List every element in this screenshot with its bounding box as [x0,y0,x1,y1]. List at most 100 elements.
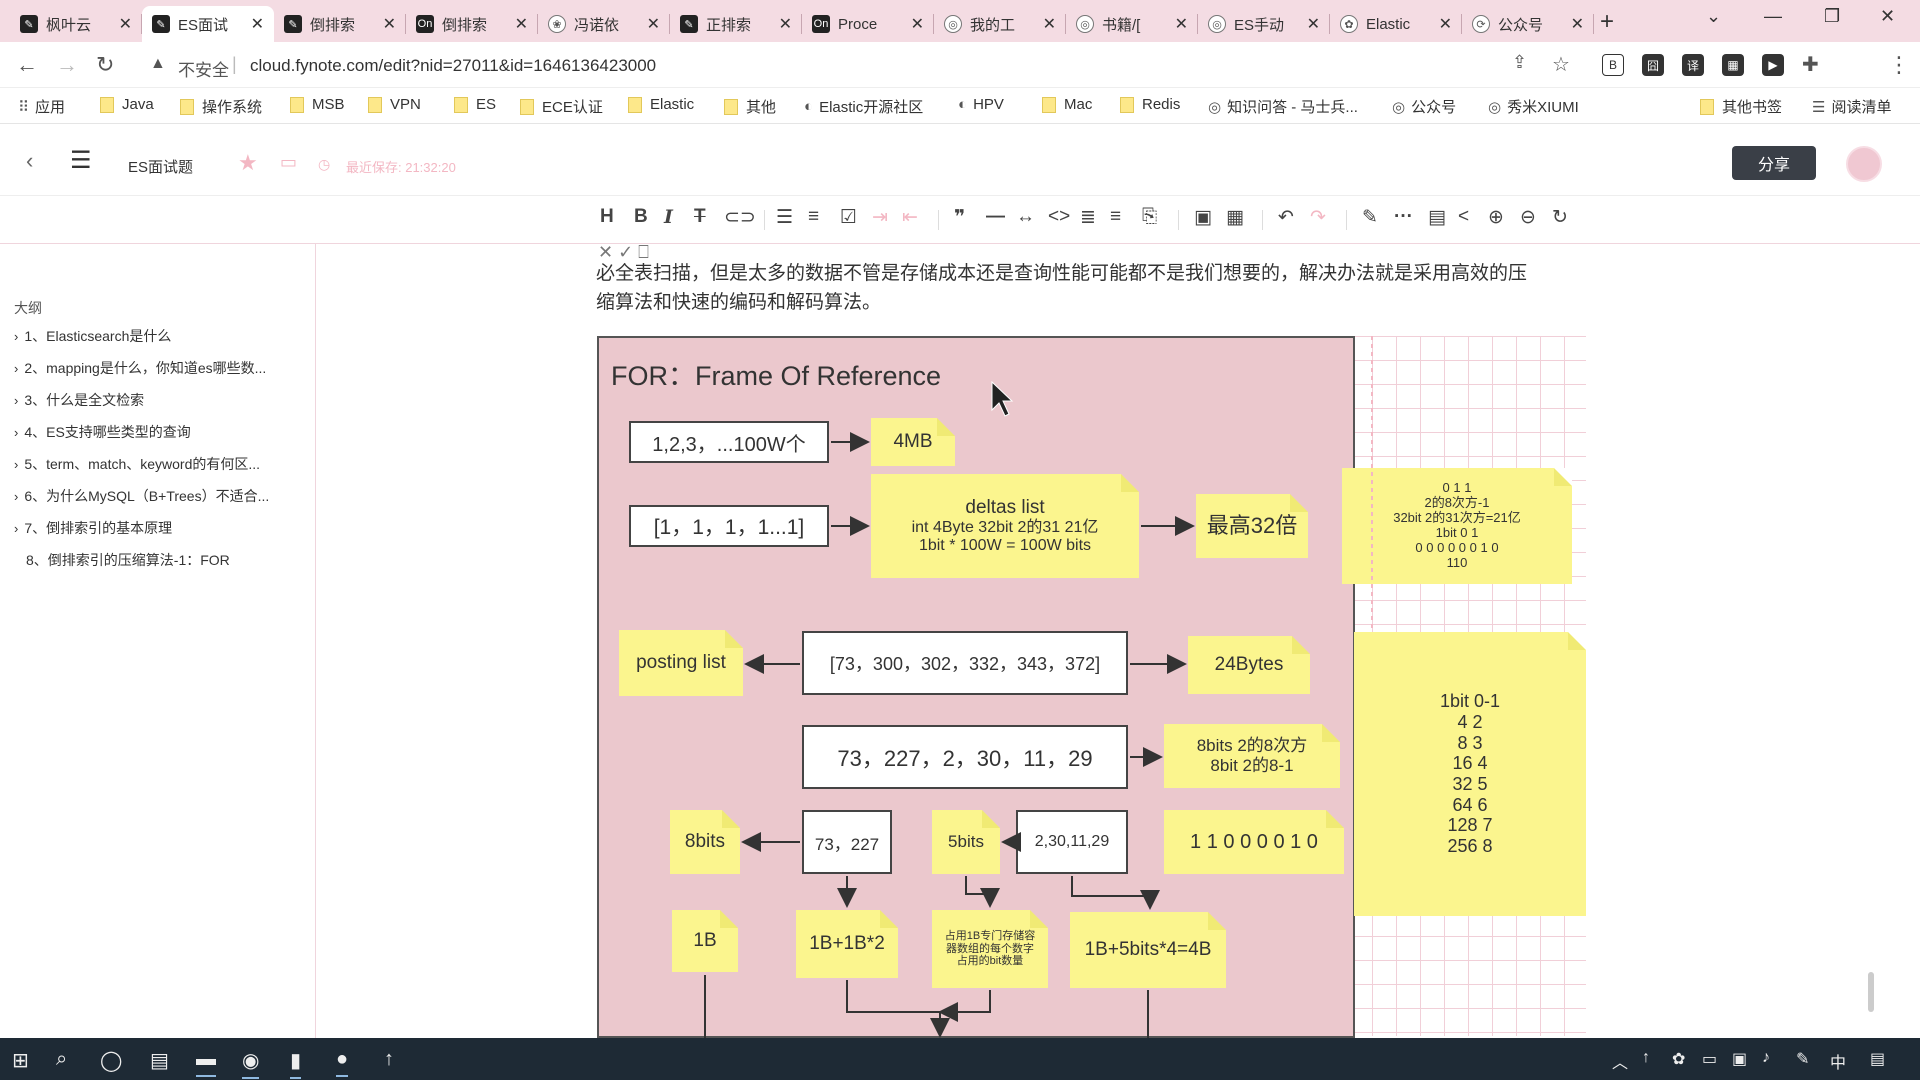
minimize-button[interactable]: — [1764,6,1782,27]
app-icon[interactable]: ▤ [150,1048,169,1073]
url-text[interactable]: cloud.fynote.com/edit?nid=27011&id=16461… [250,56,656,76]
chevron-right-icon[interactable]: › [14,489,18,504]
browser-tab[interactable]: ✎ 枫叶云 ✕ [10,6,142,42]
ime-indicator[interactable]: 中 [1830,1049,1846,1073]
outline-item[interactable]: › 3、什么是全文检索 [14,390,144,410]
indent-icon[interactable]: ⇥ [872,206,888,229]
bookmark-item[interactable]: 操作系统 [180,96,262,117]
clear-format-icon[interactable]: ⎘ [1142,206,1157,228]
close-tab-icon[interactable]: ✕ [911,14,924,34]
close-tab-icon[interactable]: ✕ [119,14,132,34]
sticky-note-1b[interactable]: 1B [672,910,738,972]
deltas-sticky-note[interactable]: deltas list int 4Byte 32bit 2的31 21亿 1bi… [871,474,1139,578]
bookmark-item[interactable]: ◎ 知识问答 - 马士兵... [1208,96,1358,117]
browser-tab[interactable]: ✎ ES面试 ✕ [142,6,274,42]
chevron-right-icon[interactable]: › [14,521,18,536]
first-block-box[interactable]: 73，227 [802,810,892,874]
chevron-right-icon[interactable]: › [14,393,18,408]
close-tab-icon[interactable]: ✕ [779,14,792,34]
tab-search-icon[interactable]: ⌄ [1706,6,1721,27]
extension-icon[interactable]: ▦ [1722,54,1744,76]
checklist-icon[interactable]: ☑ [840,206,857,229]
posting-list-box[interactable]: [73，300，302，332，343，372] [802,631,1128,695]
editor-scrollbar[interactable] [1868,972,1874,1012]
chevron-right-icon[interactable]: › [14,425,18,440]
close-tab-icon[interactable]: ✕ [1175,14,1188,34]
italic-icon[interactable]: I [664,206,673,228]
chevron-right-icon[interactable]: › [14,361,18,376]
extension-icon[interactable]: 囧 [1642,54,1664,76]
ordered-list-icon[interactable]: ≡ [808,206,819,228]
quote-icon[interactable]: ❞ [954,206,965,229]
bookmark-item[interactable]: MSB [290,96,345,113]
outline-item[interactable]: › 7、倒排索引的基本原理 [14,518,172,538]
browser-tab[interactable]: ◎ 书籍/[✕ [1066,6,1198,42]
more-icon[interactable]: ··· [1394,206,1413,228]
horizontal-rule-icon[interactable]: — [986,206,1005,228]
sticky-note-1b-1b2[interactable]: 1B+1B*2 [796,910,898,978]
move-folder-icon[interactable]: ▭ [280,152,297,173]
outline-item[interactable]: › 4、ES支持哪些类型的查询 [14,422,191,442]
outline-item[interactable]: › 1、Elasticsearch是什么 [14,326,171,346]
deltas-values-box[interactable]: 73，227，2，30，11，29 [802,725,1128,789]
sticky-note-1b-5bits[interactable]: 1B+5bits*4=4B [1070,912,1226,988]
bookmark-other-folder[interactable]: 其他书签 [1700,96,1782,117]
table-icon[interactable]: ▦ [1226,206,1244,229]
browser-tab[interactable]: ⟳ 公众号 ✕ [1462,6,1594,42]
ones-box[interactable]: [1，1，1，1...1] [629,505,829,547]
close-tab-icon[interactable]: ✕ [1043,14,1056,34]
chevron-right-icon[interactable]: › [14,457,18,472]
bookmark-item[interactable]: ◎ 公众号 [1392,96,1456,117]
browser-tab[interactable]: ✎ 正排索 ✕ [670,6,802,42]
pen-icon[interactable]: ✎ [1362,206,1378,229]
address-bar[interactable]: ▲ 不安全 | cloud.fynote.com/edit?nid=27011&… [140,48,1560,82]
close-tab-icon[interactable]: ✕ [383,14,396,34]
note-icon[interactable]: ▤ [1428,206,1446,229]
favorite-star-icon[interactable]: ★ [238,150,258,176]
chevron-right-icon[interactable]: › [14,329,18,344]
windows-start-icon[interactable]: ⊞ [12,1048,29,1073]
task-view-icon[interactable]: ◯ [100,1048,122,1073]
close-tab-icon[interactable]: ✕ [251,14,264,34]
side-sticky-note-2[interactable]: 1bit 0-1 4 28 3 16 4 32 5 64 6 128 7 256 8 [1354,632,1586,916]
outdent-icon[interactable]: ⇤ [902,206,918,229]
extension-icon[interactable]: B [1602,54,1624,76]
heading-icon[interactable]: H [600,206,614,228]
undo-icon[interactable]: ↶ [1278,206,1294,229]
bookmark-item[interactable]: Java [100,96,154,113]
maximize-button[interactable]: ❐ [1824,6,1840,27]
close-tab-icon[interactable]: ✕ [647,14,660,34]
browser-tab[interactable]: ✎ 倒排索 ✕ [274,6,406,42]
browser-tab[interactable]: On 倒排索 ✕ [406,6,538,42]
sticky-note-8bits[interactable]: 8bits [670,810,740,874]
outline-item[interactable]: › 2、mapping是什么，你知道es哪些数... [14,358,266,378]
bookmark-item[interactable]: ◎ 秀米XIUMI [1488,96,1579,117]
sticky-note-4mb[interactable]: 4MB [871,418,955,466]
forward-icon[interactable]: → [56,52,78,78]
video-extension-icon[interactable]: ▶ [1762,54,1784,76]
user-avatar[interactable] [1846,146,1882,182]
bookmark-item[interactable]: ◐ Elastic开源社区 [804,96,923,117]
browser-tab[interactable]: ❀ 冯诺依 ✕ [538,6,670,42]
sticky-note-5bits[interactable]: 5bits [932,810,1000,874]
volume-icon[interactable]: ♪ [1762,1049,1770,1067]
back-icon[interactable]: ← [16,52,38,78]
link-icon[interactable]: ⊂⊃ [724,206,756,229]
sticky-note-8bits-pow[interactable]: 8bits 2的8次方 8bit 2的8-1 [1164,724,1340,788]
close-tab-icon[interactable]: ✕ [515,14,528,34]
posting-list-note[interactable]: posting list [619,630,743,696]
bookmark-item[interactable]: ⠿ 应用 [18,96,65,117]
menu-kebab-icon[interactable]: ⋮ [1888,52,1910,78]
browser-tab[interactable]: ◎ 我的工 ✕ [934,6,1066,42]
strikethrough-icon[interactable]: T [694,206,706,228]
document-title[interactable]: ES面试题 [128,156,193,177]
new-tab-button[interactable]: + [1600,8,1614,36]
bullet-list-icon[interactable]: ☰ [776,206,793,229]
close-tab-icon[interactable]: ✕ [1439,14,1452,34]
bookmark-item[interactable]: VPN [368,96,421,113]
translate-extension-icon[interactable]: 译 [1682,54,1704,76]
binary-sticky-note[interactable]: 1 1 0 0 0 0 1 0 [1164,810,1344,874]
notification-icon[interactable]: ▤ [1870,1049,1885,1069]
browser-tab[interactable]: ◎ ES手动 ✕ [1198,6,1330,42]
bold-icon[interactable]: B [634,206,648,228]
